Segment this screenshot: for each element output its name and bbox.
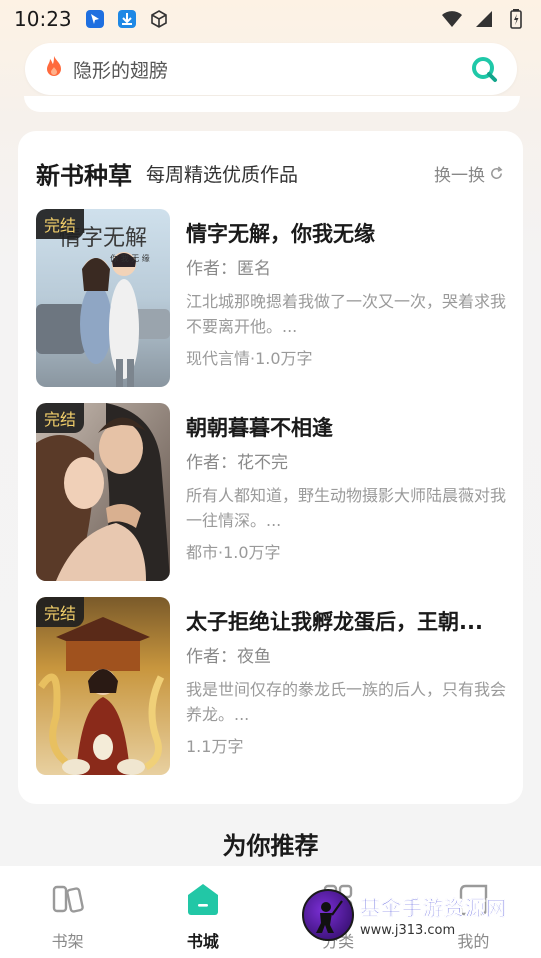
- book-meta: 都市·1.0万字: [186, 543, 281, 562]
- cover-subtitle: 你 我 无 缘: [110, 253, 150, 263]
- bookshelf-icon: [49, 880, 87, 918]
- refresh-button[interactable]: 换一换: [434, 161, 505, 186]
- watermark: 基伞手游资源网 www.j313.com: [302, 884, 538, 946]
- book-info: 情字无解，你我无缘 作者：匿名 江北城那晚摁着我做了一次又一次，哭着求我不要离开…: [186, 209, 506, 371]
- tab-label: 书架: [51, 932, 84, 951]
- book-title[interactable]: 太子拒绝让我孵龙蛋后，王朝...: [186, 607, 506, 637]
- section-title: 新书种草: [36, 161, 132, 190]
- book-author: 作者：夜鱼: [186, 647, 271, 667]
- book-cover[interactable]: 情字无解 你 我 无 缘 完结: [36, 209, 170, 387]
- book-author: 作者：匿名: [186, 259, 271, 279]
- book-info: 朝朝暮暮不相逢 作者：花不完 所有人都知道，野生动物摄影大师陆晨薇对我一往情深。…: [186, 403, 506, 565]
- tab-label: 书城: [186, 932, 219, 951]
- refresh-icon: [489, 165, 505, 181]
- book-description: 所有人都知道，野生动物摄影大师陆晨薇对我一往情深。...: [186, 486, 506, 530]
- book-info: 太子拒绝让我孵龙蛋后，王朝... 作者：夜鱼 我是世间仅存的豢龙氏一族的后人，只…: [186, 597, 506, 759]
- status-bar: 10:23: [0, 0, 541, 38]
- search-icon[interactable]: [469, 54, 499, 84]
- bookstore-icon: [184, 880, 222, 918]
- flame-icon: [43, 55, 65, 83]
- previous-card-edge: [24, 96, 520, 112]
- cube-icon: [148, 8, 170, 30]
- status-badge: 完结: [36, 597, 85, 627]
- status-badge: 完结: [36, 209, 85, 239]
- book-title[interactable]: 朝朝暮暮不相逢: [186, 413, 506, 443]
- book-item[interactable]: 完结 太子拒绝让我孵龙蛋后，王朝... 作者：夜鱼 我是世间仅存的豢龙氏一族的后…: [36, 597, 506, 775]
- watermark-url: www.j313.com: [360, 923, 456, 938]
- section-subtitle: 每周精选优质作品: [146, 163, 299, 186]
- refresh-label: 换一换: [434, 165, 485, 186]
- book-description: 我是世间仅存的豢龙氏一族的后人，只有我会养龙。...: [186, 680, 506, 724]
- search-input[interactable]: 隐形的翅膀: [73, 56, 168, 83]
- status-badge: 完结: [36, 403, 85, 433]
- book-item[interactable]: 完结 朝朝暮暮不相逢 作者：花不完 所有人都知道，野生动物摄影大师陆晨薇对我一往…: [36, 403, 506, 581]
- tab-bookshelf[interactable]: 书架: [0, 866, 135, 958]
- book-description: 江北城那晚摁着我做了一次又一次，哭着求我不要离开他。...: [186, 292, 506, 336]
- book-title[interactable]: 情字无解，你我无缘: [186, 219, 506, 249]
- battery-icon: [505, 8, 527, 30]
- search-bar[interactable]: 隐形的翅膀: [25, 43, 517, 95]
- book-author: 作者：花不完: [186, 453, 288, 473]
- signal-icon: [473, 8, 495, 30]
- tab-bookstore[interactable]: 书城: [135, 866, 270, 958]
- book-item[interactable]: 情字无解 你 我 无 缘 完结 情字无解，你我无缘 作者：匿名 江北城那晚摁着我…: [36, 209, 506, 387]
- watermark-title: 基伞手游资源网: [360, 896, 507, 920]
- new-books-card: 新书种草 每周精选优质作品 换一换 情字无解 你 我 无 缘 完结 情字无解，你…: [18, 131, 523, 804]
- recommend-heading: 为你推荐: [222, 832, 319, 860]
- download-icon: [116, 8, 138, 30]
- watermark-logo-icon: [302, 889, 354, 941]
- pin-icon: [84, 8, 106, 30]
- book-meta: 1.1万字: [186, 737, 244, 756]
- book-meta: 现代言情·1.0万字: [186, 349, 313, 368]
- book-cover[interactable]: 完结: [36, 597, 170, 775]
- card-header: 新书种草 每周精选优质作品 换一换: [36, 153, 505, 193]
- status-time: 10:23: [14, 7, 72, 31]
- wifi-icon: [441, 8, 463, 30]
- book-cover[interactable]: 完结: [36, 403, 170, 581]
